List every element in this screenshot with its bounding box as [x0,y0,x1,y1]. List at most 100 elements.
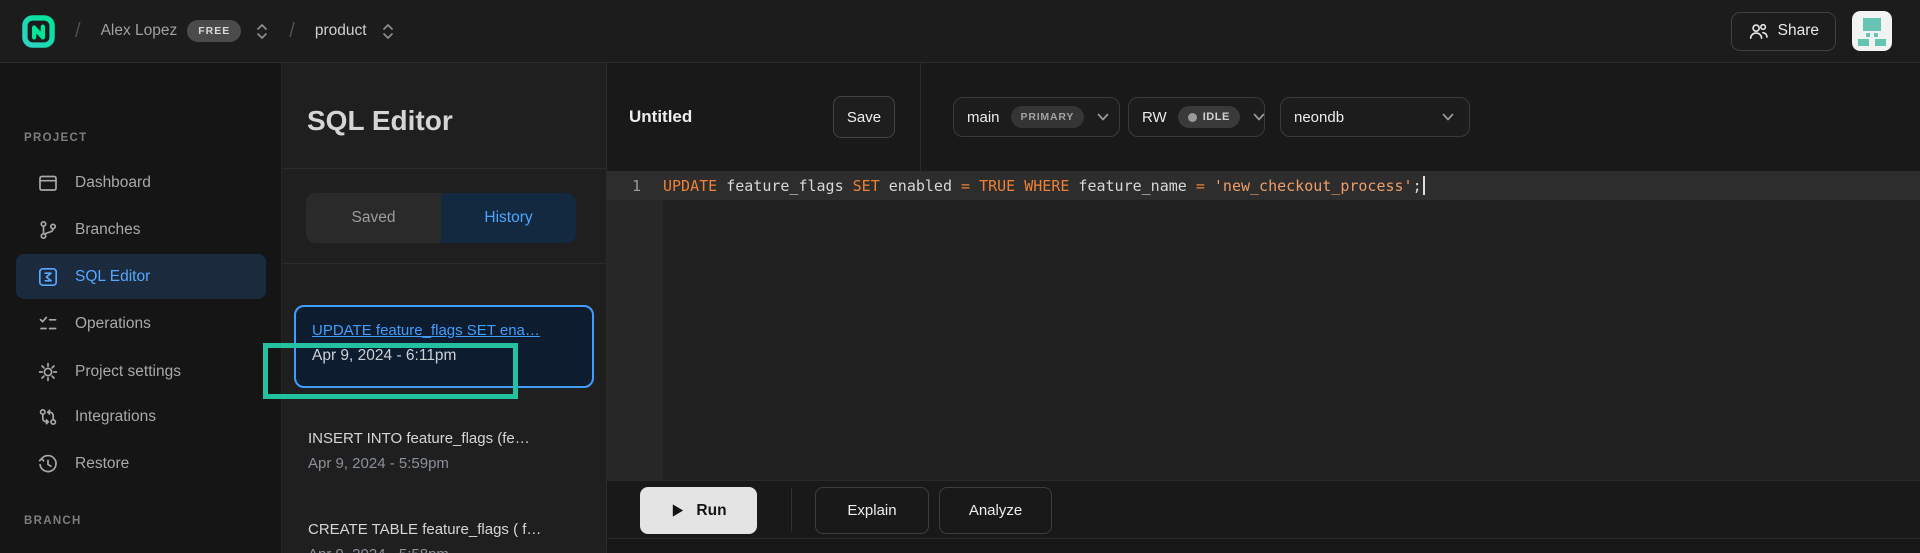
sidebar-item-label: Project settings [75,363,181,381]
code-token: WHERE [1024,177,1069,195]
code-token [970,177,979,195]
code-token: UPDATE [663,177,717,195]
code-token: SET [853,177,880,195]
divider [282,168,606,169]
tab-history[interactable]: History [441,193,576,243]
run-button[interactable]: Run [640,487,757,534]
sidebar-section-branch: BRANCH [24,515,82,527]
code-token: 'new_checkout_process' [1214,177,1413,195]
code-token: ; [1413,177,1422,195]
plan-badge: FREE [187,20,241,42]
history-date: Apr 9, 2024 - 6:11pm [312,347,576,365]
code-token: TRUE [979,177,1015,195]
sidebar-item-dashboard[interactable]: Dashboard [16,160,266,205]
sidebar-section-project: PROJECT [24,132,87,144]
unfold-icon [255,22,269,41]
history-item[interactable]: INSERT INTO feature_flags (fe… Apr 9, 20… [308,430,530,472]
code-editor-active-line[interactable]: 1 UPDATE feature_flags SET enabled = TRU… [607,171,1920,200]
line-number-gutter [607,200,663,480]
chevron-down-icon [1251,109,1267,125]
project-sidebar: PROJECT Dashboard Branches SQL Editor Op… [0,63,281,553]
people-icon [1748,21,1769,42]
query-title[interactable]: Untitled [629,63,692,171]
sidebar-item-operations[interactable]: Operations [16,301,266,346]
run-label: Run [696,502,726,520]
editor-header: Untitled Save main PRIMARY RW IDLE neond… [607,63,1920,171]
sql-editor-panel: SQL Editor Saved History UPDATE feature_… [281,63,607,553]
unfold-icon [381,22,395,41]
branch-icon [37,219,59,241]
editor-panel: Untitled Save main PRIMARY RW IDLE neond… [607,63,1920,553]
sidebar-item-label: Branches [75,221,140,239]
line-number: 1 [607,177,663,195]
sidebar-item-label: Dashboard [75,174,151,192]
divider [282,263,606,264]
neon-logo[interactable] [22,15,55,48]
status-dot-icon [1188,113,1197,122]
branch-dropdown[interactable]: main PRIMARY [953,97,1120,137]
code-token: enabled [880,177,961,195]
breadcrumb-separator: / [75,20,81,43]
tab-saved[interactable]: Saved [306,193,441,243]
sidebar-item-label: SQL Editor [75,268,150,286]
code-token: feature_name [1069,177,1195,195]
compute-dropdown[interactable]: RW IDLE [1128,97,1265,137]
page-title: SQL Editor [307,105,453,137]
sidebar-item-integrations[interactable]: Integrations [16,394,266,439]
analyze-button[interactable]: Analyze [939,487,1052,534]
database-value: neondb [1294,109,1344,126]
code-editor-area[interactable] [607,200,1920,480]
code-token: = [1196,177,1205,195]
sidebar-item-project-settings[interactable]: Project settings [16,349,266,394]
database-dropdown[interactable]: neondb [1280,97,1470,137]
divider [791,488,792,532]
project-name: product [315,22,367,40]
account-name: Alex Lopez [101,22,178,40]
gear-icon [37,361,59,383]
play-icon [670,503,685,518]
code-token: = [961,177,970,195]
sidebar-item-label: Operations [75,315,151,333]
compute-status-badge: IDLE [1178,106,1240,128]
sql-editor-icon [37,266,59,288]
saved-history-tabs: Saved History [306,193,576,243]
history-date: Apr 9, 2024 - 5:58pm [308,546,541,553]
sidebar-item-restore[interactable]: Restore [16,441,266,486]
explain-button[interactable]: Explain [815,487,929,534]
code-token [1015,177,1024,195]
results-panel-edge [607,538,1920,553]
sql-code-line: UPDATE feature_flags SET enabled = TRUE … [663,177,1422,195]
history-item[interactable]: CREATE TABLE feature_flags ( f… Apr 9, 2… [308,521,541,553]
sidebar-item-branches[interactable]: Branches [16,207,266,252]
history-query: INSERT INTO feature_flags (fe… [308,430,530,447]
history-query: CREATE TABLE feature_flags ( f… [308,521,541,538]
history-restore-icon [37,453,59,475]
chevron-down-icon [1095,109,1111,125]
top-bar: / Alex Lopez FREE / product Share [0,0,1920,63]
text-cursor [1423,176,1425,195]
history-item-selected[interactable]: UPDATE feature_flags SET ena… Apr 9, 202… [294,305,594,388]
sidebar-item-sql-editor[interactable]: SQL Editor [16,254,266,299]
dashboard-icon [37,172,59,194]
save-button[interactable]: Save [833,96,895,138]
checklist-icon [37,313,59,335]
compute-status: IDLE [1203,111,1230,123]
history-query-link[interactable]: UPDATE feature_flags SET ena… [312,322,576,339]
code-token: feature_flags [717,177,852,195]
sidebar-item-label: Restore [75,455,129,473]
account-selector[interactable]: Alex Lopez FREE [101,20,270,42]
sidebar-item-label: Integrations [75,408,156,426]
breadcrumb-separator: / [289,20,295,43]
avatar[interactable] [1852,11,1892,51]
primary-badge: PRIMARY [1011,106,1085,128]
chevron-down-icon [1440,109,1456,125]
history-date: Apr 9, 2024 - 5:59pm [308,455,530,472]
editor-action-bar: Run Explain Analyze [607,480,1920,538]
divider [920,63,921,171]
compute-value: RW [1142,109,1167,126]
share-button[interactable]: Share [1731,12,1836,51]
code-token [1205,177,1214,195]
branch-value: main [967,109,1000,126]
share-label: Share [1778,22,1819,40]
project-selector[interactable]: product [315,22,395,41]
